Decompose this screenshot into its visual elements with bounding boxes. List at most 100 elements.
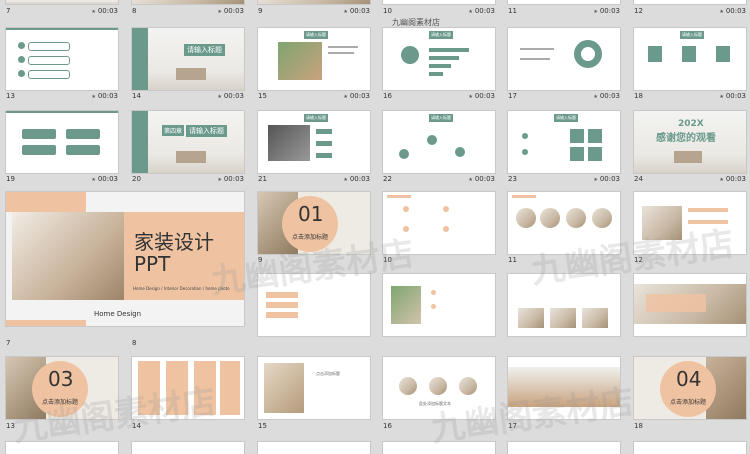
- cover-title-line-2: PPT: [134, 252, 171, 276]
- slide-thumb-next[interactable]: [132, 442, 244, 454]
- slide-number: 11: [508, 7, 517, 15]
- slide-thumb-7[interactable]: [6, 0, 118, 4]
- slide-thumb-13[interactable]: [6, 28, 118, 90]
- slide-meta: 14 00:03: [132, 91, 244, 101]
- slide-thumb-21[interactable]: 请输入标题: [258, 111, 370, 173]
- slide-thumb-18[interactable]: 请输入标题: [634, 28, 746, 90]
- slide-thumb-next[interactable]: [258, 442, 370, 454]
- grid-box: [588, 147, 602, 161]
- slide-thumb-20[interactable]: 第四章 请输入标题: [132, 111, 244, 173]
- slide-duration: 00:03: [719, 6, 746, 17]
- slide-thumb-18b[interactable]: 04 点击添加标题: [634, 357, 746, 419]
- slide-header: 请输入标题: [554, 114, 578, 122]
- round-photo: [592, 208, 612, 228]
- slide-thumb-14[interactable]: 请输入标题: [132, 28, 244, 90]
- slide-thumb-24[interactable]: 202X 感谢您的观看: [634, 111, 746, 173]
- slide-thumb-19[interactable]: [6, 111, 118, 173]
- slide-thumb-10[interactable]: [383, 0, 495, 4]
- header-line: [6, 28, 118, 30]
- slide-number: 8: [132, 339, 137, 347]
- slide-thumb-8[interactable]: [132, 0, 244, 4]
- slide-meta: 18 00:03: [634, 91, 746, 101]
- node-circle: [455, 147, 465, 157]
- slide-meta: 9 00:03: [258, 6, 370, 16]
- slide-thumb-12[interactable]: [634, 0, 746, 4]
- slide-thumb-22[interactable]: 请输入标题: [383, 111, 495, 173]
- slide-thumb-next[interactable]: [508, 442, 620, 454]
- shield-icon: [682, 46, 696, 62]
- photo: [550, 308, 576, 328]
- text-bar: [688, 208, 728, 212]
- cover-title-line-1: 家装设计: [134, 230, 214, 254]
- slide-meta: 15: [258, 421, 370, 431]
- slide-meta: 8 00:03: [132, 6, 244, 16]
- slide-thumb-11[interactable]: [508, 0, 620, 4]
- dot: [443, 226, 449, 232]
- plant-photo: [391, 286, 421, 324]
- slide-thumb-12b[interactable]: [634, 274, 746, 336]
- shield-icon: [716, 46, 730, 62]
- grid-box: [570, 147, 584, 161]
- slide-duration: 00:03: [468, 91, 495, 102]
- slide-thumb-17[interactable]: [508, 28, 620, 90]
- slide-meta: 20 00:03: [132, 174, 244, 184]
- slide-meta: 13 00:03: [6, 91, 118, 101]
- slide-header: 请输入标题: [304, 31, 328, 39]
- tag-card: [220, 361, 240, 415]
- slide-number: 14: [132, 92, 141, 100]
- dot: [431, 290, 436, 295]
- arrow-tag: [266, 302, 298, 308]
- header-tag: [512, 195, 536, 198]
- bullet-icon: [18, 70, 25, 77]
- text-line: [328, 52, 354, 54]
- section-number: 01: [298, 202, 324, 226]
- arrow-tag: [266, 312, 298, 318]
- dot: [443, 206, 449, 212]
- slide-meta: 11 00:03: [508, 6, 620, 16]
- bullet-icon: [522, 149, 528, 155]
- list-item: [28, 42, 70, 51]
- slide-thumb-15[interactable]: 请输入标题: [258, 28, 370, 90]
- cover-footer: Home Design: [94, 310, 142, 318]
- slide-thumb-15b[interactable]: 点击添加标题: [258, 357, 370, 419]
- slide-number: 22: [383, 175, 392, 183]
- slide-meta: 21 00:03: [258, 174, 370, 184]
- slide-header: 请输入标题: [429, 114, 453, 122]
- header-line: [6, 111, 118, 113]
- flower-photo: [264, 363, 304, 413]
- grid-box: [588, 129, 602, 143]
- slide-number: 21: [258, 175, 267, 183]
- slide-thumb-10b[interactable]: [383, 274, 495, 336]
- feature-box: [22, 129, 56, 139]
- slide-meta: 15 00:03: [258, 91, 370, 101]
- slide-duration: 00:03: [719, 91, 746, 102]
- vase-icon: [459, 377, 477, 395]
- slide-number: 7: [6, 339, 11, 347]
- feature-box: [22, 145, 56, 155]
- slide-thumb-23[interactable]: 请输入标题: [508, 111, 620, 173]
- vase-icon: [429, 377, 447, 395]
- accent-block: [6, 192, 86, 212]
- slide-duration: 00:03: [593, 6, 620, 17]
- section-number: 04: [676, 367, 702, 391]
- step-tag: [316, 141, 332, 146]
- slide-thumb-9[interactable]: [258, 0, 370, 4]
- slide-meta: 16 00:03: [383, 91, 495, 101]
- bullet-icon: [18, 56, 25, 63]
- slide-thumb-16[interactable]: 请输入标题: [383, 28, 495, 90]
- slide-duration: 00:03: [468, 174, 495, 185]
- slide-thumb-next[interactable]: [634, 442, 746, 454]
- side-panel: [132, 111, 148, 173]
- plant-image: [278, 42, 322, 80]
- slide-number: 20: [132, 175, 141, 183]
- slide-number: 23: [508, 175, 517, 183]
- slide-number: 15: [258, 92, 267, 100]
- text-line: [520, 48, 554, 50]
- slide-duration: 00:03: [91, 174, 118, 185]
- feature-box: [66, 145, 100, 155]
- slide-duration: 00:03: [217, 174, 244, 185]
- slide-header: 请输入标题: [304, 114, 328, 122]
- slide-meta: 23 00:03: [508, 174, 620, 184]
- thanks-title: 感谢您的观看: [656, 133, 716, 144]
- slide-meta: 7 00:03: [6, 6, 118, 16]
